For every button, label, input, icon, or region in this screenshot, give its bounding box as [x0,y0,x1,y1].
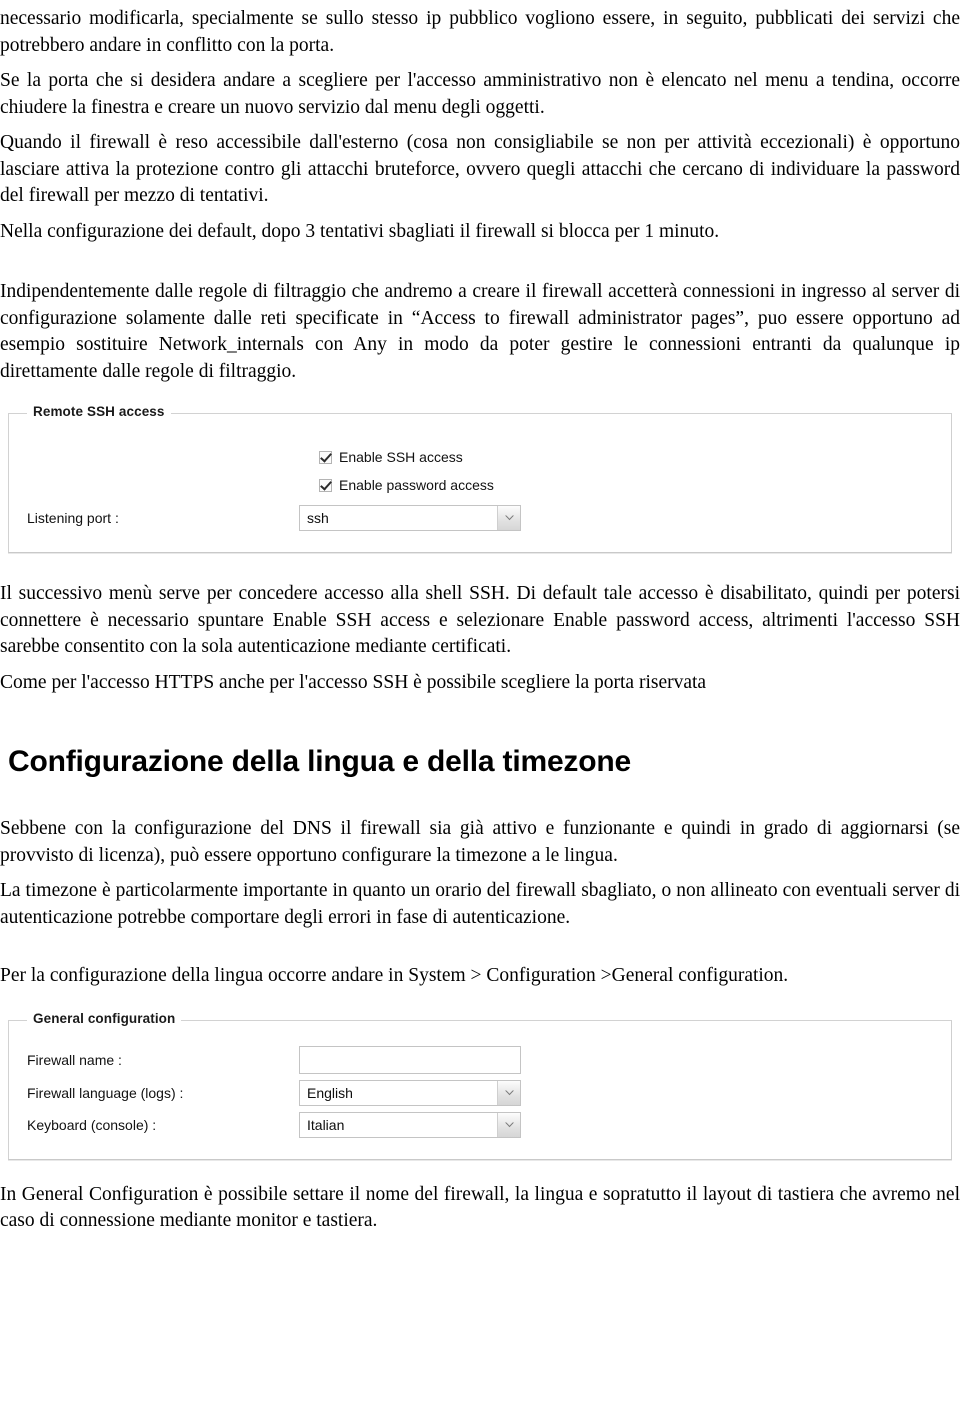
chevron-down-icon[interactable] [497,506,520,530]
general-configuration-panel: General configuration Firewall name : Fi… [8,1010,952,1160]
paragraph-9: La timezone è particolarmente importante… [0,880,960,928]
paragraph-6: Il successivo menù serve per concedere a… [0,583,960,657]
paragraph-5: Indipendentemente dalle regole di filtra… [0,281,960,382]
keyboard-console-label: Keyboard (console) : [27,1116,157,1133]
enable-ssh-access-label: Enable SSH access [339,449,463,465]
listening-port-label: Listening port : [27,510,119,526]
remote-ssh-access-legend: Remote SSH access [27,404,171,419]
page-title: Configurazione della lingua e della time… [8,745,631,778]
paragraph-10: Per la configurazione della lingua occor… [0,965,789,986]
keyboard-console-row: Keyboard (console) : Italian [9,1109,951,1141]
firewall-name-row: Firewall name : [9,1043,951,1077]
paragraph-7: Come per l'accesso HTTPS anche per l'acc… [0,671,707,693]
enable-password-access-label: Enable password access [339,477,494,493]
enable-password-access-checkbox[interactable] [319,478,332,492]
enable-password-access-row[interactable]: Enable password access [319,472,951,498]
listening-port-row: Listening port : ssh [9,504,951,532]
firewall-language-label: Firewall language (logs) : [27,1084,184,1101]
firewall-name-label: Firewall name : [27,1051,122,1068]
paragraph-4: Nella configurazione dei default, dopo 3… [0,220,720,242]
firewall-name-input[interactable] [299,1045,521,1074]
firewall-language-row: Firewall language (logs) : English [9,1077,951,1109]
document-page: necessario modificarla, specialmente se … [0,0,960,1405]
remote-ssh-access-panel: Remote SSH access Enable SSH access Enab… [8,404,952,553]
paragraph-8: Sebbene con la configurazione del DNS il… [0,818,960,866]
firewall-language-value: English [307,1084,353,1101]
keyboard-console-value: Italian [307,1116,345,1133]
enable-ssh-access-row[interactable]: Enable SSH access [319,444,951,470]
keyboard-console-select[interactable]: Italian [299,1111,521,1138]
enable-ssh-access-checkbox[interactable] [319,450,332,464]
chevron-down-icon[interactable] [497,1112,520,1137]
listening-port-value: ssh [307,510,329,526]
paragraph-11: In General Configuration è possibile set… [0,1183,960,1232]
chevron-down-icon[interactable] [497,1080,520,1105]
paragraph-1: necessario modificarla, specialmente se … [0,8,960,56]
firewall-language-select[interactable]: English [299,1079,521,1106]
general-configuration-legend: General configuration [27,1010,182,1026]
listening-port-select[interactable]: ssh [299,505,521,531]
paragraph-2: Se la porta che si desidera andare a sce… [0,70,960,118]
paragraph-3: Quando il firewall è reso accessibile da… [0,132,960,206]
